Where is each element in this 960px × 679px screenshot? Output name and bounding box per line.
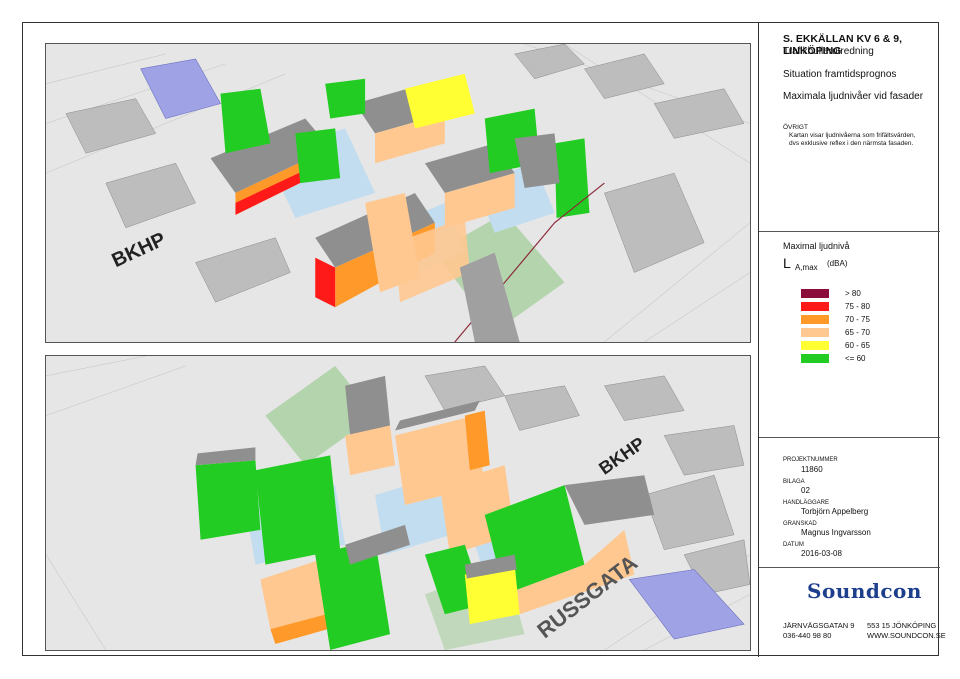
reviewer-value: Magnus Ingvarsson — [801, 528, 871, 537]
legend-subscript: A,max — [795, 263, 818, 272]
legend-unit: (dBA) — [827, 259, 848, 268]
legend-range-label: 60 - 65 — [845, 340, 870, 350]
legend-swatch — [801, 302, 829, 311]
legend-range-label: 70 - 75 — [845, 314, 870, 324]
drawing-subtitle: Trafikbullerutredning — [783, 46, 874, 57]
map-bottom-drawing: BKHP RUSSGATA — [46, 356, 750, 650]
map-top-drawing: BKHP — [46, 44, 750, 342]
company-logo: Soundcon — [807, 579, 922, 603]
legend-range-label: > 80 — [845, 288, 861, 298]
legend-title: Maximal ljudnivå — [783, 241, 850, 251]
map-view-top: BKHP — [45, 43, 751, 343]
appendix-value: 02 — [801, 486, 810, 495]
legend-swatch — [801, 341, 829, 350]
legend-swatch — [801, 354, 829, 363]
appendix-label: BILAGA — [783, 479, 805, 485]
map-view-bottom: BKHP RUSSGATA — [45, 355, 751, 651]
legend-swatch — [801, 315, 829, 324]
drawing-sheet: BKHP BKHP RUSSGATA S. EKKÄLLAN KV 6 & 9,… — [22, 22, 946, 657]
project-number-value: 11860 — [801, 465, 823, 474]
company-website[interactable]: WWW.SOUNDCON.SE — [867, 631, 946, 640]
legend-range-label: 75 - 80 — [845, 301, 870, 311]
project-number-label: PROJEKTNUMMER — [783, 457, 838, 463]
drawing-situation: Situation framtidsprognos — [783, 69, 897, 80]
divider — [759, 231, 940, 232]
company-phone: 036-440 98 80 — [783, 631, 832, 640]
handler-label: HANDLÄGGARE — [783, 500, 830, 506]
note-line-2: dvs exklusive reflex i den närmsta fasad… — [789, 140, 914, 147]
reviewer-label: GRANSKAD — [783, 521, 817, 527]
date-label: DATUM — [783, 542, 804, 548]
divider — [759, 437, 940, 438]
legend-symbol: L — [783, 255, 791, 271]
drawing-description: Maximala ljudnivåer vid fasader — [783, 91, 924, 102]
title-block-panel: S. EKKÄLLAN KV 6 & 9, LINKÖPING Trafikbu… — [758, 23, 946, 657]
company-city: 553 15 JÖNKÖPING — [867, 621, 937, 630]
divider — [759, 567, 940, 568]
legend-swatch — [801, 289, 829, 298]
company-street: JÄRNVÄGSGATAN 9 — [783, 621, 855, 630]
date-value: 2016-03-08 — [801, 549, 842, 558]
legend-range-label: <= 60 — [845, 353, 866, 363]
legend-range-label: 65 - 70 — [845, 327, 870, 337]
handler-value: Torbjörn Appelberg — [801, 507, 869, 516]
legend-swatch — [801, 328, 829, 337]
